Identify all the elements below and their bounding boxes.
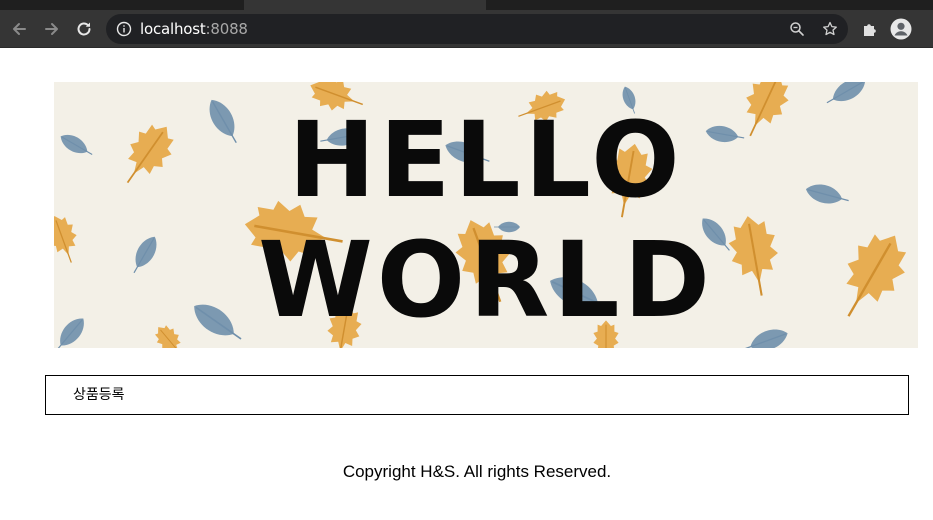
url-host: localhost <box>140 20 206 38</box>
banner-title-line-1: HELLO <box>288 99 684 221</box>
footer-copyright: Copyright H&S. All rights Reserved. <box>342 462 612 481</box>
star-icon[interactable] <box>821 20 839 38</box>
profile-icon[interactable] <box>890 18 912 40</box>
banner-title: HELLO WORLD <box>54 82 918 348</box>
browser-toolbar: localhost:8088 <box>0 10 933 48</box>
zoom-icon[interactable] <box>788 20 806 38</box>
url-text[interactable]: localhost:8088 <box>140 21 248 37</box>
info-icon[interactable] <box>116 21 132 42</box>
menu-item-product-register[interactable]: 상품등록 <box>73 387 125 403</box>
active-tab[interactable] <box>244 0 486 10</box>
forward-arrow-icon[interactable] <box>41 18 63 40</box>
banner-title-line-2: WORLD <box>258 219 714 341</box>
hero-banner: HELLO WORLD <box>54 82 918 348</box>
puzzle-icon[interactable] <box>859 18 881 40</box>
menu-bar: 상품등록 <box>45 375 909 415</box>
reload-icon[interactable] <box>73 18 95 40</box>
url-port: :8088 <box>205 20 248 38</box>
tab-strip <box>0 0 933 10</box>
back-arrow-icon[interactable] <box>8 18 30 40</box>
address-bar[interactable]: localhost:8088 <box>106 14 848 44</box>
